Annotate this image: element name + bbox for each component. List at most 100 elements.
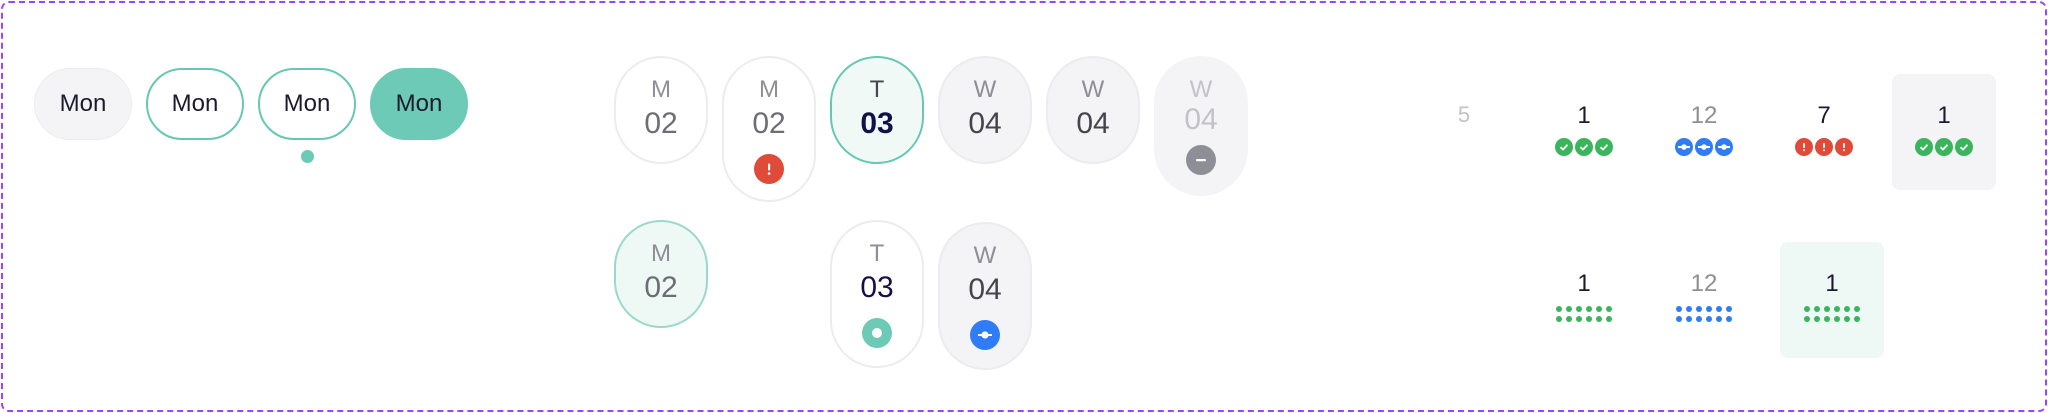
dot-icon	[1676, 306, 1682, 312]
day-chip-default[interactable]: Mon	[34, 68, 132, 140]
month-cell[interactable]: 12	[1652, 78, 1756, 194]
dot-icon	[1566, 306, 1572, 312]
day-chip-label: Mon	[395, 90, 443, 117]
dot-icon	[1854, 316, 1860, 322]
date-pill-day: 04	[1184, 103, 1218, 136]
date-pill-day: 03	[860, 271, 894, 304]
event-dot-icon	[301, 150, 314, 163]
date-pill[interactable]: W 04	[938, 56, 1032, 164]
dot-icon	[1804, 316, 1810, 322]
month-cell[interactable]: 7	[1772, 78, 1876, 194]
dot-icon	[1854, 306, 1860, 312]
month-cell[interactable]: 12	[1652, 242, 1756, 358]
dot-marks-grid	[1804, 306, 1860, 322]
day-chip-selected[interactable]: Mon	[370, 68, 468, 140]
date-pill-weekday: W	[973, 76, 997, 103]
date-pill-weekday: W	[1081, 76, 1105, 103]
date-pill-commit[interactable]: W 04	[938, 222, 1032, 370]
month-cell-number: 1	[1937, 102, 1951, 129]
commit-icon	[970, 320, 1000, 350]
date-pill-event[interactable]: T 03	[830, 220, 924, 368]
day-chip-label: Mon	[283, 90, 331, 117]
date-pill-today[interactable]: T 03	[830, 56, 924, 164]
month-cell-number: 12	[1690, 102, 1718, 129]
month-cell-number: 12	[1690, 270, 1718, 297]
dot-icon	[1834, 316, 1840, 322]
check-icon	[1595, 138, 1613, 156]
dot-icon	[1706, 316, 1712, 322]
exclamation-icon	[1835, 138, 1853, 156]
ring-icon	[862, 318, 892, 348]
dot-icon	[1576, 316, 1582, 322]
dot-icon	[1834, 306, 1840, 312]
commit-marks	[1652, 138, 1756, 156]
day-chip-label: Mon	[171, 90, 219, 117]
month-cell[interactable]: 1	[1532, 78, 1636, 194]
check-icon	[1955, 138, 1973, 156]
dot-marks	[1652, 306, 1756, 322]
dot-icon	[1696, 316, 1702, 322]
dot-icon	[1814, 316, 1820, 322]
dot-icon	[1576, 306, 1582, 312]
dot-icon	[1844, 316, 1850, 322]
month-cell-selected[interactable]: 1	[1892, 74, 1996, 190]
month-cell-number: 5	[1457, 102, 1471, 127]
date-pill-weekday: M	[651, 76, 671, 103]
dot-icon	[1716, 306, 1722, 312]
dot-marks	[1532, 306, 1636, 322]
dot-icon	[1726, 316, 1732, 322]
date-pill-day: 02	[752, 107, 786, 140]
month-cell-selected[interactable]: 1	[1780, 242, 1884, 358]
month-cell[interactable]: 1	[1532, 242, 1636, 358]
date-pill-weekday: W	[1189, 76, 1213, 103]
dot-icon	[1686, 316, 1692, 322]
date-pill-weekday: W	[973, 242, 997, 269]
day-chip-label: Mon	[59, 90, 107, 117]
check-icon	[1555, 138, 1573, 156]
dot-icon	[1824, 316, 1830, 322]
dot-icon	[1586, 316, 1592, 322]
month-cell[interactable]: 5	[1412, 78, 1516, 194]
dot-icon	[1814, 306, 1820, 312]
date-pill-weekday: T	[869, 76, 885, 103]
dot-icon	[1606, 316, 1612, 322]
month-cell-number: 7	[1817, 102, 1831, 129]
check-icon	[1915, 138, 1933, 156]
dot-icon	[1716, 316, 1722, 322]
commit-icon	[1715, 138, 1733, 156]
check-icon	[1575, 138, 1593, 156]
check-icon	[1935, 138, 1953, 156]
dot-icon	[1824, 306, 1830, 312]
minus-icon	[1186, 145, 1216, 175]
dot-icon	[1676, 316, 1682, 322]
date-pill[interactable]: W 04	[1046, 56, 1140, 164]
commit-icon	[1675, 138, 1693, 156]
day-chip-outline-marked[interactable]: Mon	[258, 68, 356, 140]
dot-marks	[1780, 306, 1884, 322]
date-pill-selected[interactable]: M 02	[614, 220, 708, 328]
date-pill[interactable]: M 02	[614, 56, 708, 164]
dot-icon	[1706, 306, 1712, 312]
dot-icon	[1596, 316, 1602, 322]
date-pill-weekday: T	[869, 240, 885, 267]
month-cell-number: 1	[1577, 102, 1591, 129]
date-pill-weekday: M	[651, 240, 671, 267]
day-chip-outline[interactable]: Mon	[146, 68, 244, 140]
dot-marks-grid	[1676, 306, 1732, 322]
date-pill-day: 04	[968, 273, 1002, 306]
dot-icon	[1804, 306, 1810, 312]
check-marks	[1532, 138, 1636, 156]
dot-icon	[1566, 316, 1572, 322]
commit-icon	[1695, 138, 1713, 156]
dot-icon	[1686, 306, 1692, 312]
date-pill-error[interactable]: M 02	[722, 56, 816, 202]
dot-icon	[1586, 306, 1592, 312]
alert-marks	[1772, 138, 1876, 156]
dot-icon	[1726, 306, 1732, 312]
date-pill-day: 04	[1076, 107, 1110, 140]
dot-marks-grid	[1556, 306, 1612, 322]
date-pill-day: 02	[644, 107, 678, 140]
dot-icon	[1696, 306, 1702, 312]
month-cell-number: 1	[1825, 270, 1839, 297]
date-pill-day: 03	[860, 107, 894, 140]
